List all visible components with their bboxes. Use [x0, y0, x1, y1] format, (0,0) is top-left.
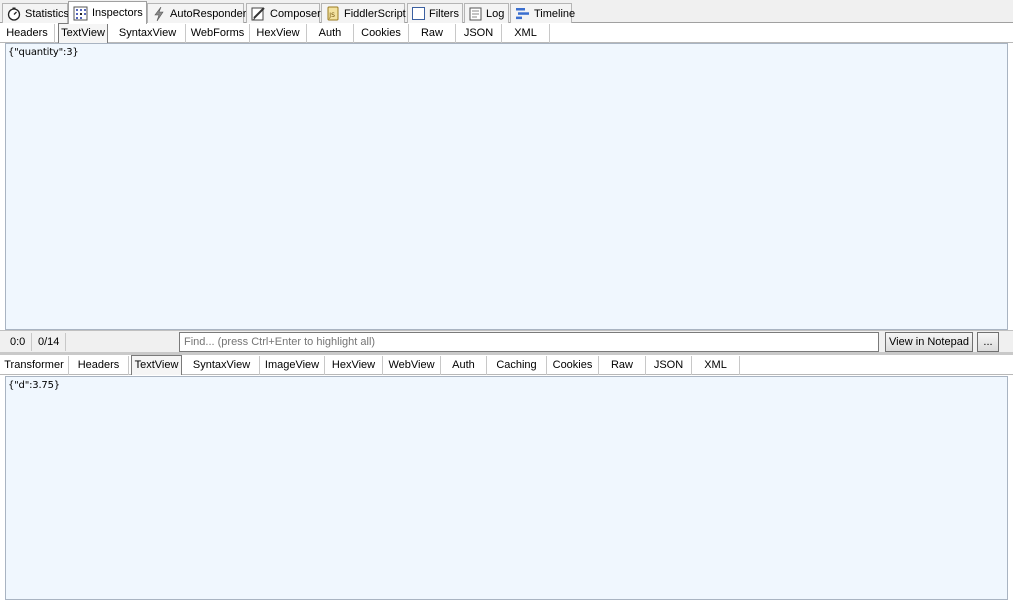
- request-tab-syntaxview[interactable]: SyntaxView: [110, 24, 186, 43]
- view-in-notepad-button[interactable]: View in Notepad: [885, 332, 973, 352]
- response-tab-cookies[interactable]: Cookies: [547, 356, 599, 375]
- tab-label: Log: [486, 7, 505, 20]
- checkbox-icon: [412, 6, 425, 22]
- request-tab-json[interactable]: JSON: [456, 24, 502, 43]
- tab-label: Filters: [429, 7, 459, 20]
- request-find-bar: 0:0 0/14 View in Notepad ...: [0, 330, 1013, 352]
- timeline-bars-icon: [515, 6, 530, 22]
- tab-label: Statistics: [25, 7, 70, 20]
- tab-label: Timeline: [534, 7, 576, 20]
- script-icon: JS: [326, 6, 340, 22]
- response-tab-caching[interactable]: Caching: [487, 356, 547, 375]
- tab-filters[interactable]: Filters: [407, 3, 463, 23]
- response-tab-transformer[interactable]: Transformer: [0, 356, 69, 375]
- tab-label: Inspectors: [92, 7, 143, 19]
- request-tab-headers[interactable]: Headers: [0, 24, 55, 43]
- pencil-page-icon: [251, 6, 266, 22]
- response-body-text: {"d":3.75}: [8, 380, 60, 391]
- response-tab-webview[interactable]: WebView: [383, 356, 441, 375]
- log-page-icon: [469, 6, 482, 22]
- main-tab-strip: Statistics Inspectors AutoResponder Comp…: [0, 0, 1013, 24]
- tab-log[interactable]: Log: [464, 3, 509, 23]
- request-body-text: {"quantity":3}: [8, 47, 79, 58]
- tab-label: AutoResponder: [170, 7, 247, 20]
- lightning-icon: [152, 6, 166, 22]
- more-options-button[interactable]: ...: [977, 332, 999, 352]
- response-tab-imageview[interactable]: ImageView: [260, 356, 325, 375]
- response-tab-json[interactable]: JSON: [646, 356, 692, 375]
- line-count: 0/14: [34, 333, 66, 351]
- find-input[interactable]: [179, 332, 879, 352]
- request-tab-textview[interactable]: TextView: [58, 23, 108, 43]
- response-inspector-tabs: Transformer Headers TextView SyntaxView …: [0, 355, 1013, 375]
- response-tab-hexview[interactable]: HexView: [325, 356, 383, 375]
- tab-inspectors[interactable]: Inspectors: [68, 1, 147, 24]
- tab-label: Composer: [270, 7, 321, 20]
- request-inspector-tabs: Headers TextView SyntaxView WebForms Hex…: [0, 23, 1013, 43]
- svg-text:JS: JS: [328, 12, 335, 19]
- caret-position: 0:0: [6, 333, 32, 351]
- request-tab-webforms[interactable]: WebForms: [186, 24, 250, 43]
- response-tab-syntaxview[interactable]: SyntaxView: [184, 356, 260, 375]
- response-tab-xml[interactable]: XML: [692, 356, 740, 375]
- request-tab-cookies[interactable]: Cookies: [354, 24, 409, 43]
- tab-fiddlerscript[interactable]: JS FiddlerScript: [321, 3, 406, 23]
- response-tab-headers[interactable]: Headers: [69, 356, 129, 375]
- stopwatch-icon: [7, 6, 21, 22]
- response-body-textview[interactable]: {"d":3.75}: [5, 376, 1008, 600]
- tab-composer[interactable]: Composer: [246, 3, 321, 23]
- inspectors-grid-icon: [73, 5, 88, 21]
- tab-autoresponder[interactable]: AutoResponder: [147, 3, 247, 23]
- request-tab-hexview[interactable]: HexView: [250, 24, 307, 43]
- request-tab-raw[interactable]: Raw: [409, 24, 456, 43]
- request-tab-auth[interactable]: Auth: [307, 24, 354, 43]
- response-tab-raw[interactable]: Raw: [599, 356, 646, 375]
- tab-label: FiddlerScript: [344, 7, 406, 20]
- request-tab-xml[interactable]: XML: [502, 24, 550, 43]
- tab-timeline[interactable]: Timeline: [510, 3, 576, 23]
- response-tab-textview[interactable]: TextView: [131, 355, 182, 375]
- tab-statistics[interactable]: Statistics: [2, 3, 70, 23]
- request-body-textview[interactable]: {"quantity":3}: [5, 43, 1008, 330]
- response-tab-auth[interactable]: Auth: [441, 356, 487, 375]
